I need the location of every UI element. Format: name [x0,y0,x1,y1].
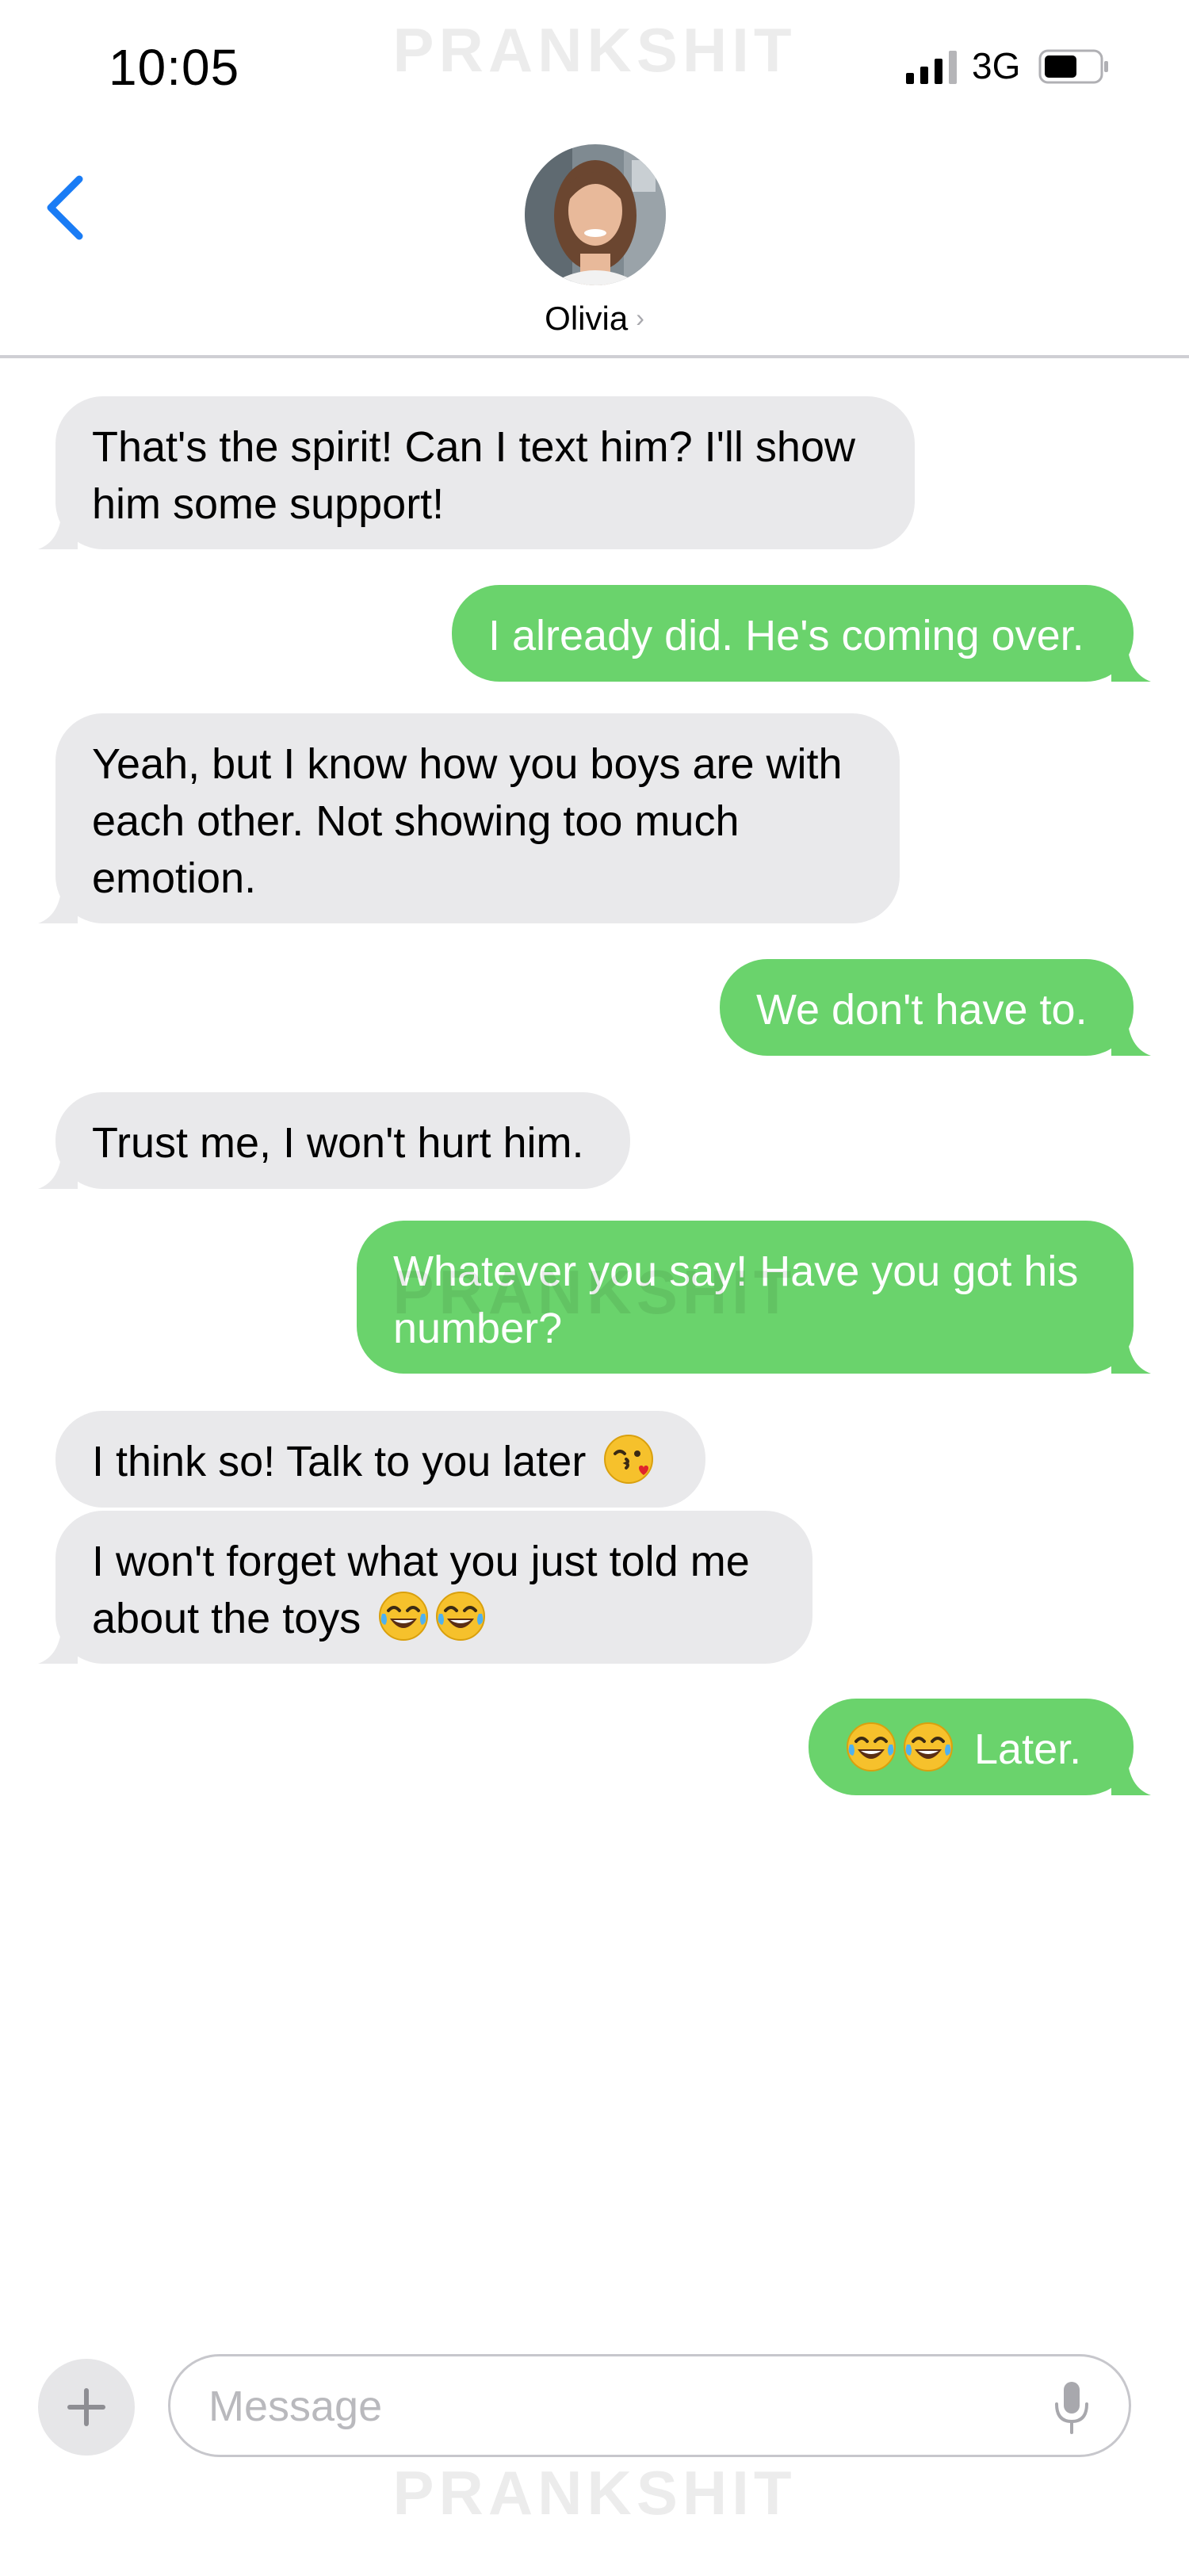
avatar[interactable] [525,144,666,285]
signal-bars-icon [906,51,957,84]
bubble-tail [38,884,78,923]
battery-icon [1038,49,1108,84]
bubble-tail [1111,642,1151,682]
message-text: Whatever you say! Have you got his numbe… [393,1248,1079,1352]
watermark: PRANKSHIT [392,2458,797,2528]
message-text: We don't have to. [756,986,1088,1034]
message-text: That's the spirit! Can I text him? I'll … [92,423,855,528]
message-bubble-received[interactable]: That's the spirit! Can I text him? I'll … [38,396,915,549]
avatar-image [525,144,666,285]
tears-of-joy-emoji [379,1592,429,1641]
tears-of-joy-emoji [904,1722,953,1771]
message-bubble-sent[interactable]: Whatever you say! Have you got his numbe… [357,1221,1151,1374]
message-bubble-received[interactable]: Trust me, I won't hurt him. [38,1092,630,1189]
message-bubble-sent[interactable]: I already did. He's coming over. [452,585,1151,682]
conversation-header: Olivia › [0,135,1189,358]
status-bar: PRANKSHIT 10:05 3G [0,0,1189,135]
microphone-icon[interactable] [1052,2380,1092,2436]
plus-icon [67,2388,105,2426]
tears-of-joy-emoji [436,1592,486,1641]
bubble-tail [1111,1334,1151,1374]
back-chevron-icon[interactable] [38,168,94,247]
message-text: Yeah, but I know how you boys are with e… [92,740,843,902]
message-text: Trust me, I won't hurt him. [92,1119,584,1167]
message-text: Later. [974,1726,1082,1773]
bubble-tail [1111,1756,1151,1795]
bubble-tail [38,510,78,549]
message-bubble-received[interactable]: I won't forget what you just told me abo… [38,1511,812,1664]
contact-name: Olivia [545,300,629,337]
message-bubble-received[interactable]: Yeah, but I know how you boys are with e… [38,713,900,923]
message-bubble-received[interactable]: I think so! Talk to you later [55,1411,705,1508]
add-attachment-button[interactable] [38,2359,135,2456]
tears-of-joy-emoji [847,1722,896,1771]
message-composer [0,2346,1189,2465]
message-input[interactable] [207,2374,1003,2439]
bubble-tail [38,1149,78,1189]
message-bubble-sent[interactable]: We don't have to. [720,959,1151,1056]
chevron-right-icon: › [636,304,644,332]
message-input-container[interactable] [168,2354,1131,2457]
status-time: 10:05 [109,39,240,96]
message-text: I already did. He's coming over. [488,612,1084,659]
contact-name-button[interactable]: Olivia › [0,300,1189,338]
message-bubble-sent[interactable]: Later. [809,1699,1151,1795]
message-text: I think so! Talk to you later [92,1438,587,1485]
bubble-tail [1111,1016,1151,1056]
kissing-wink-emoji [604,1435,654,1484]
network-type: 3G [972,45,1021,86]
bubble-tail [38,1624,78,1664]
